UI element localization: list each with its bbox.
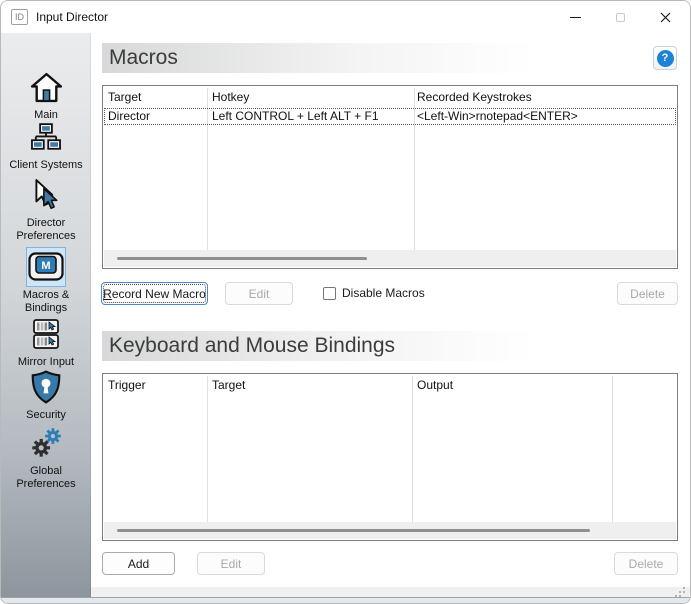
home-icon xyxy=(30,72,63,103)
sidebar-item-macros-bindings[interactable]: M Macros & Bindings xyxy=(1,247,91,315)
column-separator xyxy=(612,376,613,523)
bindings-col-output[interactable]: Output xyxy=(417,374,453,396)
macros-delete-button[interactable]: Delete xyxy=(617,282,678,305)
macros-section-header: Macros ? xyxy=(102,43,678,73)
selected-item-highlight: M xyxy=(26,247,66,287)
macro-target: Director xyxy=(108,109,150,124)
bindings-edit-button[interactable]: Edit xyxy=(197,552,265,575)
macros-table: Target Hotkey Recorded Keystrokes Direct… xyxy=(102,85,678,269)
app-icon: ID xyxy=(11,9,28,25)
minimize-button[interactable] xyxy=(553,1,598,33)
resize-grip-icon[interactable] xyxy=(673,585,685,597)
macro-hotkey: Left CONTROL + Left ALT + F1 xyxy=(212,109,379,124)
macros-col-keystrokes[interactable]: Recorded Keystrokes xyxy=(417,86,532,108)
bindings-col-trigger[interactable]: Trigger xyxy=(108,374,146,396)
close-icon xyxy=(660,12,671,23)
macro-keystrokes: <Left-Win>rnotepad<ENTER> xyxy=(417,109,578,124)
window-controls xyxy=(553,1,688,33)
record-new-macro-button[interactable]: Record New Macro xyxy=(101,282,208,305)
macros-col-hotkey[interactable]: Hotkey xyxy=(212,86,249,108)
macros-hscrollbar[interactable] xyxy=(104,250,676,267)
bindings-section-header: Keyboard and Mouse Bindings xyxy=(102,331,678,361)
macros-hscroll-thumb[interactable] xyxy=(117,257,367,260)
macros-edit-button[interactable]: Edit xyxy=(225,282,293,305)
gears-icon xyxy=(30,427,62,459)
close-button[interactable] xyxy=(643,1,688,33)
mirror-input-icon xyxy=(31,318,61,350)
sidebar-item-global-preferences[interactable]: Global Preferences xyxy=(1,423,91,491)
sidebar-item-mirror-input[interactable]: Mirror Input xyxy=(1,314,91,369)
macros-col-target[interactable]: Target xyxy=(108,86,141,108)
cursor-icon xyxy=(33,179,59,211)
macros-title: Macros xyxy=(109,46,178,70)
sidebar-item-security[interactable]: Security xyxy=(1,367,91,422)
window-title: Input Director xyxy=(36,10,108,24)
bindings-delete-button[interactable]: Delete xyxy=(614,552,678,575)
disable-macros-label[interactable]: Disable Macros xyxy=(342,282,425,305)
input-director-window: ID Input Director Main xyxy=(0,0,691,604)
column-separator xyxy=(412,376,413,523)
maximize-button[interactable] xyxy=(598,1,643,33)
bindings-title: Keyboard and Mouse Bindings xyxy=(109,334,395,358)
sidebar-item-main[interactable]: Main xyxy=(1,67,91,122)
titlebar[interactable]: ID Input Director xyxy=(1,1,690,33)
minimize-icon xyxy=(570,17,581,18)
sidebar-item-client-systems[interactable]: Client Systems xyxy=(1,117,91,172)
bindings-hscrollbar[interactable] xyxy=(104,522,676,539)
network-icon xyxy=(31,123,61,151)
maximize-icon xyxy=(616,13,625,22)
bindings-hscroll-thumb[interactable] xyxy=(117,529,590,532)
bindings-col-target[interactable]: Target xyxy=(212,374,245,396)
macro-row-director[interactable]: Director Left CONTROL + Left ALT + F1 <L… xyxy=(104,108,676,125)
bindings-add-button[interactable]: Add xyxy=(102,552,175,575)
sidebar-item-director-preferences[interactable]: Director Preferences xyxy=(1,175,91,243)
help-button[interactable]: ? xyxy=(653,46,677,70)
help-icon: ? xyxy=(657,50,674,67)
column-separator xyxy=(207,376,208,523)
svg-text:M: M xyxy=(41,260,50,272)
disable-macros-checkbox[interactable] xyxy=(323,287,336,300)
shield-keyhole-icon xyxy=(31,370,61,404)
window-bottom-edge xyxy=(1,597,690,603)
sidebar: Main Client Systems Director Preferences xyxy=(1,33,91,597)
bindings-table: Trigger Target Output xyxy=(102,373,678,541)
keyboard-key-m-icon: M xyxy=(28,252,64,282)
